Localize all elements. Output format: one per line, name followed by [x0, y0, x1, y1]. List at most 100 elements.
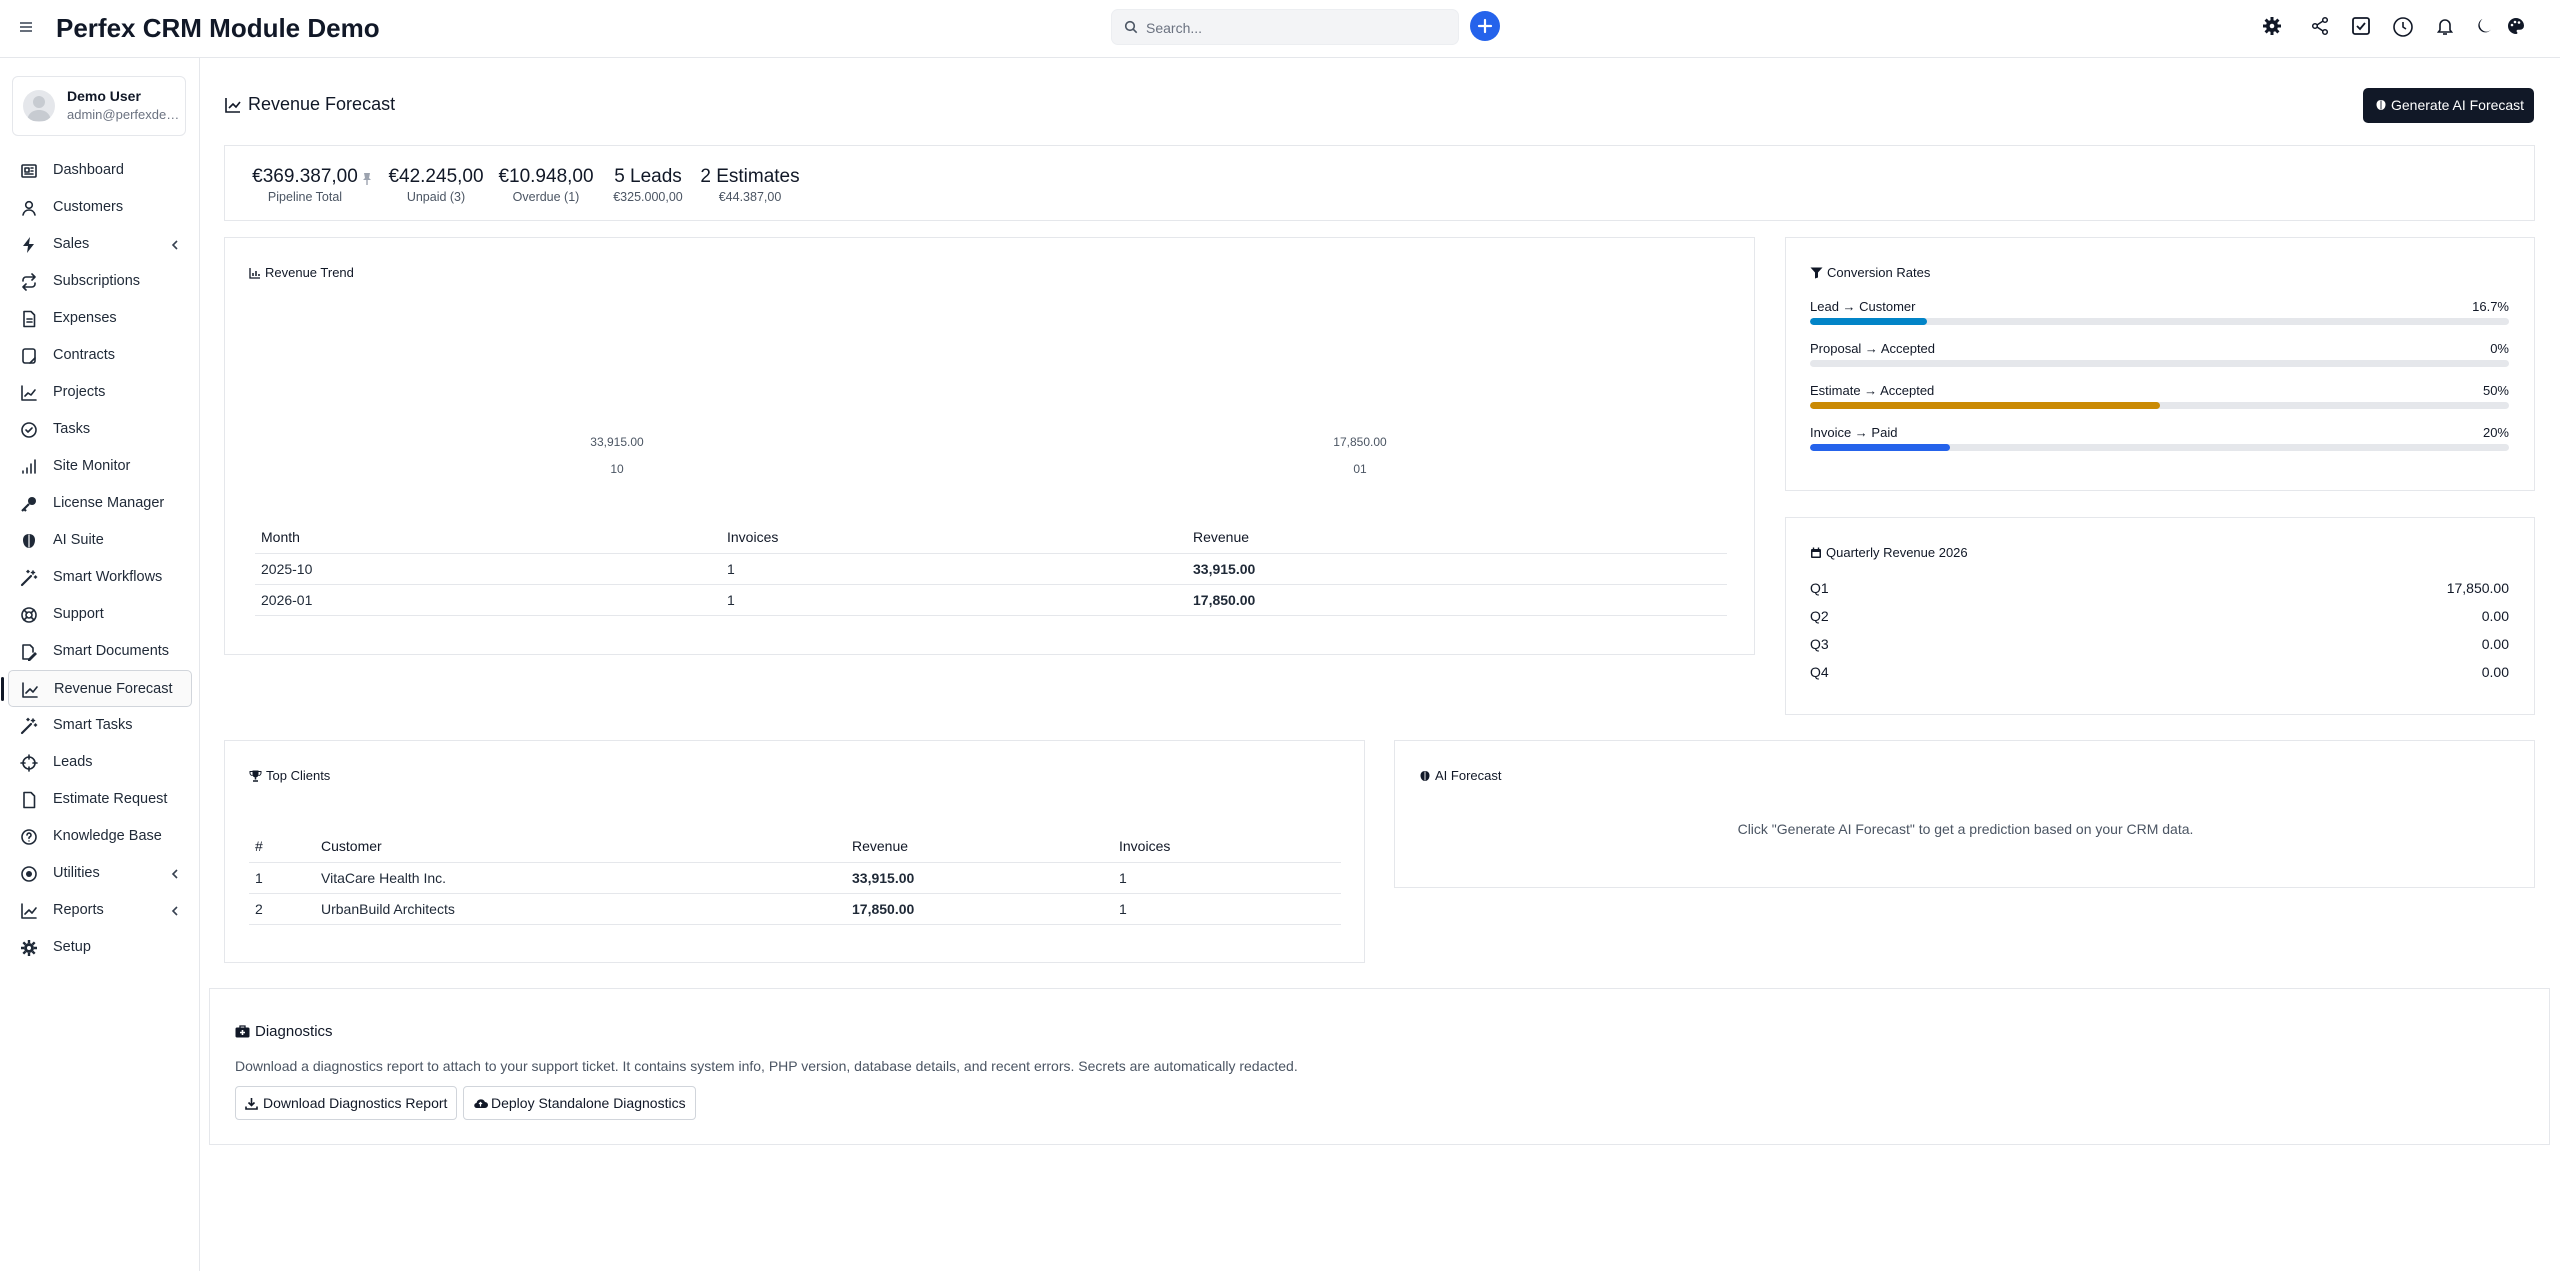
sidebar-item-label: Tasks [53, 421, 91, 437]
invoices-cell: 1 [1113, 893, 1341, 925]
revenue-trend-table: Month Invoices Revenue 2025-10 1 33,915.… [255, 522, 1727, 616]
conversion-progress-fill [1810, 318, 1927, 325]
sidebar-item-customers[interactable]: Customers [8, 189, 192, 226]
notification-bell-icon[interactable] [2435, 16, 2459, 40]
search-box[interactable] [1111, 9, 1459, 45]
sidebar-item-support[interactable]: Support [8, 596, 192, 633]
task-checkbox-icon[interactable] [2351, 16, 2375, 40]
quick-create-button[interactable] [1470, 11, 1500, 41]
sidebar-item-label: Support [53, 606, 104, 622]
stat-overdue: €10.948,00 Overdue (1) [498, 166, 594, 204]
sidebar-item-label: Knowledge Base [53, 828, 162, 844]
settings-gear-icon[interactable] [2262, 16, 2286, 40]
sidebar-item-leads[interactable]: Leads [8, 744, 192, 781]
bar-chart-icon [249, 268, 260, 279]
conversion-percent: 16.7% [2472, 299, 2509, 314]
share-icon[interactable] [2310, 16, 2334, 40]
download-diagnostics-button[interactable]: Download Diagnostics Report [235, 1086, 457, 1120]
invoices-cell: 1 [1113, 862, 1341, 894]
sidebar-item-subscriptions[interactable]: Subscriptions [8, 263, 192, 300]
sidebar-item-tasks[interactable]: Tasks [8, 411, 192, 448]
deploy-diagnostics-label: Deploy Standalone Diagnostics [491, 1095, 686, 1111]
dark-mode-moon-icon[interactable] [2474, 16, 2498, 40]
hamburger-menu-icon[interactable] [18, 19, 38, 39]
brain-icon [2376, 100, 2386, 110]
sidebar-item-reports[interactable]: Reports [8, 892, 192, 929]
top-clients-card: Top Clients # Customer Revenue Invoices … [224, 740, 1365, 963]
conversion-percent: 20% [2482, 425, 2509, 440]
stat-value: €42.245,00 [388, 166, 484, 187]
sidebar-item-label: Projects [53, 384, 106, 400]
sidebar-item-contracts[interactable]: Contracts [8, 337, 192, 374]
deploy-diagnostics-button[interactable]: Deploy Standalone Diagnostics [463, 1086, 696, 1120]
sidebar-item-sales[interactable]: Sales [8, 226, 192, 263]
sidebar-item-label: Site Monitor [53, 458, 131, 474]
column-header: Revenue [1187, 522, 1727, 554]
sidebar-item-smart-documents[interactable]: Smart Documents [8, 633, 192, 670]
quarter-value: 0.00 [2481, 608, 2509, 624]
stat-value: 2 Estimates [700, 166, 800, 187]
conversion-progress-track [1810, 318, 2509, 325]
month-cell: 2026-01 [255, 584, 721, 616]
sidebar-item-license-manager[interactable]: License Manager [8, 485, 192, 522]
column-header: Revenue [846, 831, 1113, 863]
quarter-row: Q1 17,850.00 [1810, 580, 2509, 596]
conversion-progress-fill [1810, 402, 2160, 409]
gear-icon [21, 940, 37, 956]
app-title: Perfex CRM Module Demo [56, 13, 380, 43]
diagnostics-title: Diagnostics [235, 1023, 333, 1040]
check-circle-icon [21, 422, 37, 438]
sidebar-item-dashboard[interactable]: Dashboard [8, 152, 192, 189]
quarter-label: Q1 [1810, 580, 1829, 596]
sidebar-item-smart-workflows[interactable]: Smart Workflows [8, 559, 192, 596]
table-row: 2 UrbanBuild Architects 17,850.00 1 [249, 893, 1341, 925]
bar-category-label: 01 [1353, 462, 1367, 476]
customer-cell: UrbanBuild Architects [315, 893, 846, 925]
sidebar-item-ai-suite[interactable]: AI Suite [8, 522, 192, 559]
customer-cell: VitaCare Health Inc. [315, 862, 846, 894]
conversion-progress-track [1810, 360, 2509, 367]
sidebar-item-label: Utilities [53, 865, 100, 881]
sidebar: Demo User admin@perfexdemo.com Dashboard… [0, 58, 200, 1271]
search-input[interactable] [1146, 16, 1446, 40]
chevron-left-icon[interactable] [170, 868, 180, 880]
clock-icon[interactable] [2392, 16, 2416, 40]
bar-category-label: 10 [610, 462, 624, 476]
generate-ai-forecast-button[interactable]: Generate AI Forecast [2363, 88, 2534, 123]
sidebar-item-estimate-request[interactable]: Estimate Request [8, 781, 192, 818]
chevron-left-icon[interactable] [170, 905, 180, 917]
signal-icon [22, 459, 36, 474]
download-icon [245, 1098, 258, 1110]
sidebar-item-expenses[interactable]: Expenses [8, 300, 192, 337]
sidebar-item-setup[interactable]: Setup [8, 929, 192, 966]
sidebar-item-site-monitor[interactable]: Site Monitor [8, 448, 192, 485]
sidebar-item-smart-tasks[interactable]: Smart Tasks [8, 707, 192, 744]
pin-icon[interactable] [361, 172, 373, 186]
theme-palette-icon[interactable] [2506, 16, 2530, 40]
stat-leads: 5 Leads €325.000,00 [605, 166, 691, 204]
quarter-value: 0.00 [2481, 664, 2509, 680]
trophy-icon [249, 770, 262, 782]
user-profile-card[interactable]: Demo User admin@perfexdemo.com [12, 76, 186, 136]
file-icon [23, 791, 36, 809]
sidebar-item-label: Smart Tasks [53, 717, 133, 733]
download-diagnostics-label: Download Diagnostics Report [263, 1095, 448, 1111]
sidebar-item-label: Subscriptions [53, 273, 141, 289]
table-row: 1 VitaCare Health Inc. 33,915.00 1 [249, 862, 1341, 894]
avatar [23, 90, 55, 122]
revenue-cell: 33,915.00 [1187, 553, 1727, 585]
table-row: 2025-10 1 33,915.00 [255, 553, 1727, 585]
brain-icon [23, 534, 35, 548]
column-header: Customer [315, 831, 846, 863]
chevron-left-icon[interactable] [170, 239, 180, 251]
sidebar-item-knowledge-base[interactable]: Knowledge Base [8, 818, 192, 855]
sidebar-item-label: AI Suite [53, 532, 104, 548]
sidebar-item-utilities[interactable]: Utilities [8, 855, 192, 892]
sidebar-item-revenue-forecast[interactable]: Revenue Forecast [1, 670, 192, 707]
line-chart-icon [21, 903, 37, 919]
medkit-icon [235, 1025, 250, 1038]
sidebar-item-projects[interactable]: Projects [8, 374, 192, 411]
calendar-icon [1811, 547, 1821, 558]
stat-label: €325.000,00 [613, 190, 683, 204]
stat-label: Pipeline Total [267, 190, 343, 204]
